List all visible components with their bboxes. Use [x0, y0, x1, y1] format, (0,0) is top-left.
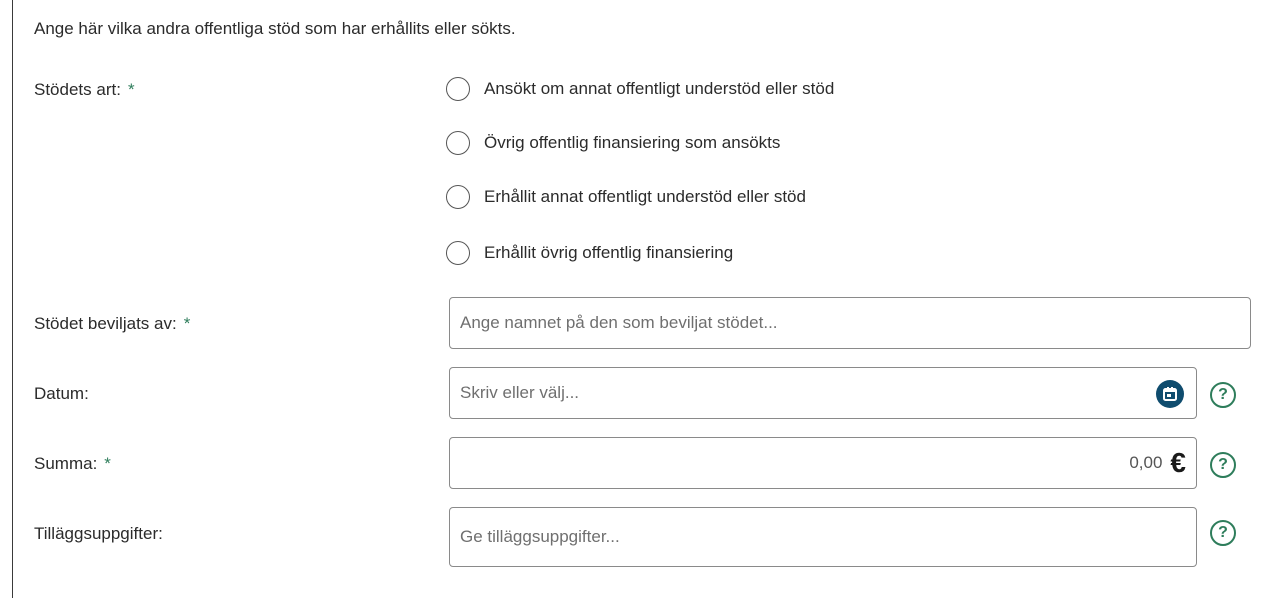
radio-option-received-other-support[interactable]: Erhållit annat offentligt understöd elle…: [446, 185, 806, 209]
support-type-label: Stödets art: *: [34, 80, 135, 99]
radio-label: Ansökt om annat offentligt understöd ell…: [484, 79, 835, 98]
radio-option-applied-other-support[interactable]: Ansökt om annat offentligt understöd ell…: [446, 77, 834, 101]
additional-info-help-icon[interactable]: ?: [1210, 520, 1236, 546]
calendar-icon[interactable]: [1156, 380, 1184, 408]
radio-option-other-financing-applied[interactable]: Övrig offentlig finansiering som ansökts: [446, 131, 780, 155]
additional-info-label: Tilläggsuppgifter:: [34, 524, 163, 543]
amount-value: 0,00: [1129, 453, 1163, 472]
required-marker: *: [104, 454, 111, 473]
radio-label: Erhållit annat offentligt understöd elle…: [484, 187, 806, 206]
intro-text: Ange här vilka andra offentliga stöd som…: [34, 19, 516, 38]
amount-input[interactable]: 0,00 €: [449, 437, 1197, 489]
radio-circle-icon[interactable]: [446, 185, 470, 209]
date-help-icon[interactable]: ?: [1210, 382, 1236, 408]
radio-circle-icon[interactable]: [446, 241, 470, 265]
granted-by-placeholder: Ange namnet på den som beviljat stödet..…: [460, 313, 778, 332]
granted-by-label: Stödet beviljats av: *: [34, 314, 191, 333]
additional-info-placeholder: Ge tilläggsuppgifter...: [460, 527, 620, 546]
required-marker: *: [127, 80, 135, 99]
additional-info-textarea[interactable]: Ge tilläggsuppgifter...: [449, 507, 1197, 567]
radio-label: Övrig offentlig finansiering som ansökts: [484, 133, 781, 152]
date-input[interactable]: Skriv eller välj...: [449, 367, 1197, 419]
euro-icon: €: [1170, 447, 1186, 478]
required-marker: *: [183, 314, 191, 333]
amount-label: Summa: *: [34, 454, 111, 473]
radio-option-received-other-financing[interactable]: Erhållit övrig offentlig finansiering: [446, 241, 733, 265]
radio-label: Erhållit övrig offentlig finansiering: [484, 243, 734, 262]
date-label: Datum:: [34, 384, 89, 403]
radio-circle-icon[interactable]: [446, 77, 470, 101]
date-placeholder: Skriv eller välj...: [460, 383, 580, 402]
radio-circle-icon[interactable]: [446, 131, 470, 155]
amount-help-icon[interactable]: ?: [1210, 452, 1236, 478]
granted-by-input[interactable]: Ange namnet på den som beviljat stödet..…: [449, 297, 1251, 349]
